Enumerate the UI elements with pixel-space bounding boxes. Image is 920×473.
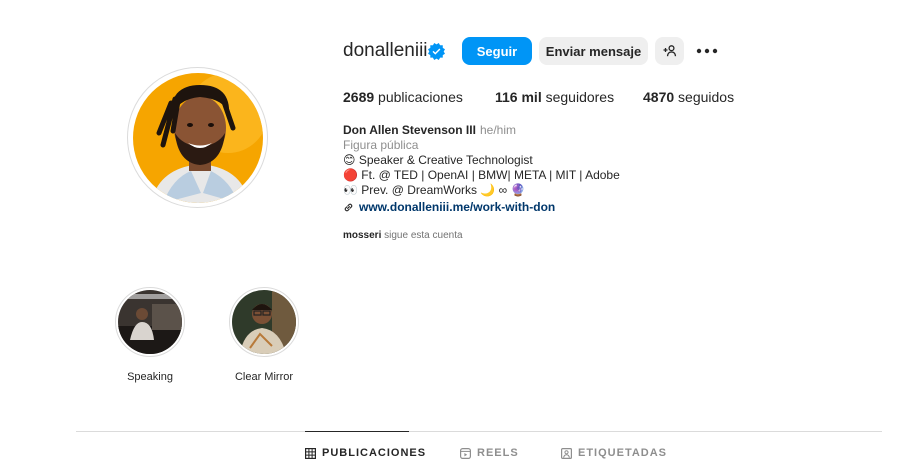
- stat-following[interactable]: 4870 seguidos: [643, 89, 734, 105]
- highlight-label: Speaking: [127, 371, 173, 383]
- tab-posts[interactable]: PUBLICACIONES: [305, 447, 426, 459]
- tab-tagged[interactable]: ETIQUETADAS: [561, 447, 667, 459]
- profile-website-link[interactable]: www.donalleniii.me/work-with-don: [343, 200, 555, 214]
- profile-avatar[interactable]: [133, 73, 263, 203]
- stat-followers[interactable]: 116 mil seguidores: [495, 89, 614, 105]
- grid-icon: [305, 447, 316, 459]
- active-tab-indicator: [305, 431, 409, 432]
- send-message-button[interactable]: Enviar mensaje: [539, 37, 648, 65]
- stat-posts: 2689 publicaciones: [343, 89, 463, 105]
- profile-username: donalleniii: [343, 40, 428, 61]
- followed-by-user: mosseri: [343, 230, 382, 241]
- followers-count: 116 mil: [495, 89, 542, 105]
- followed-by-text[interactable]: mosseri sigue esta cuenta: [343, 230, 463, 241]
- tagged-icon: [561, 447, 572, 459]
- profile-pronouns: he/him: [480, 123, 517, 137]
- follow-button[interactable]: Seguir: [462, 37, 532, 65]
- more-options-icon[interactable]: [696, 44, 718, 56]
- suggested-accounts-button[interactable]: [655, 37, 684, 65]
- following-label: seguidos: [678, 89, 735, 105]
- profile-full-name: Don Allen Stevenson III: [343, 123, 476, 137]
- website-text: www.donalleniii.me/work-with-don: [359, 200, 556, 214]
- bio-line: 😊 Speaker & Creative Technologist: [343, 153, 533, 167]
- highlight-speaking-cover: [118, 290, 182, 354]
- bio-line: 👀 Prev. @ DreamWorks 🌙 ∞ 🔮: [343, 183, 526, 197]
- posts-count: 2689: [343, 89, 375, 105]
- highlight-clear-mirror-cover: [232, 290, 296, 354]
- profile-category: Figura pública: [343, 138, 419, 152]
- tab-reels[interactable]: REELS: [460, 447, 519, 459]
- tab-reels-label: REELS: [477, 447, 519, 459]
- add-person-icon: [663, 45, 676, 57]
- followed-by-suffix: sigue esta cuenta: [384, 230, 463, 241]
- tab-tagged-label: ETIQUETADAS: [578, 447, 668, 459]
- reels-icon: [460, 447, 471, 459]
- followers-label: seguidores: [545, 89, 615, 105]
- posts-label: publicaciones: [378, 89, 463, 105]
- bio-line: 🔴 Ft. @ TED | OpenAI | BMW| META | MIT |…: [343, 168, 620, 182]
- following-count: 4870: [643, 89, 675, 105]
- verified-badge-icon: [428, 43, 445, 60]
- tabs-divider: [76, 431, 882, 432]
- highlight-label: Clear Mirror: [234, 371, 294, 383]
- tab-posts-label: PUBLICACIONES: [322, 447, 427, 459]
- link-icon: [344, 203, 353, 211]
